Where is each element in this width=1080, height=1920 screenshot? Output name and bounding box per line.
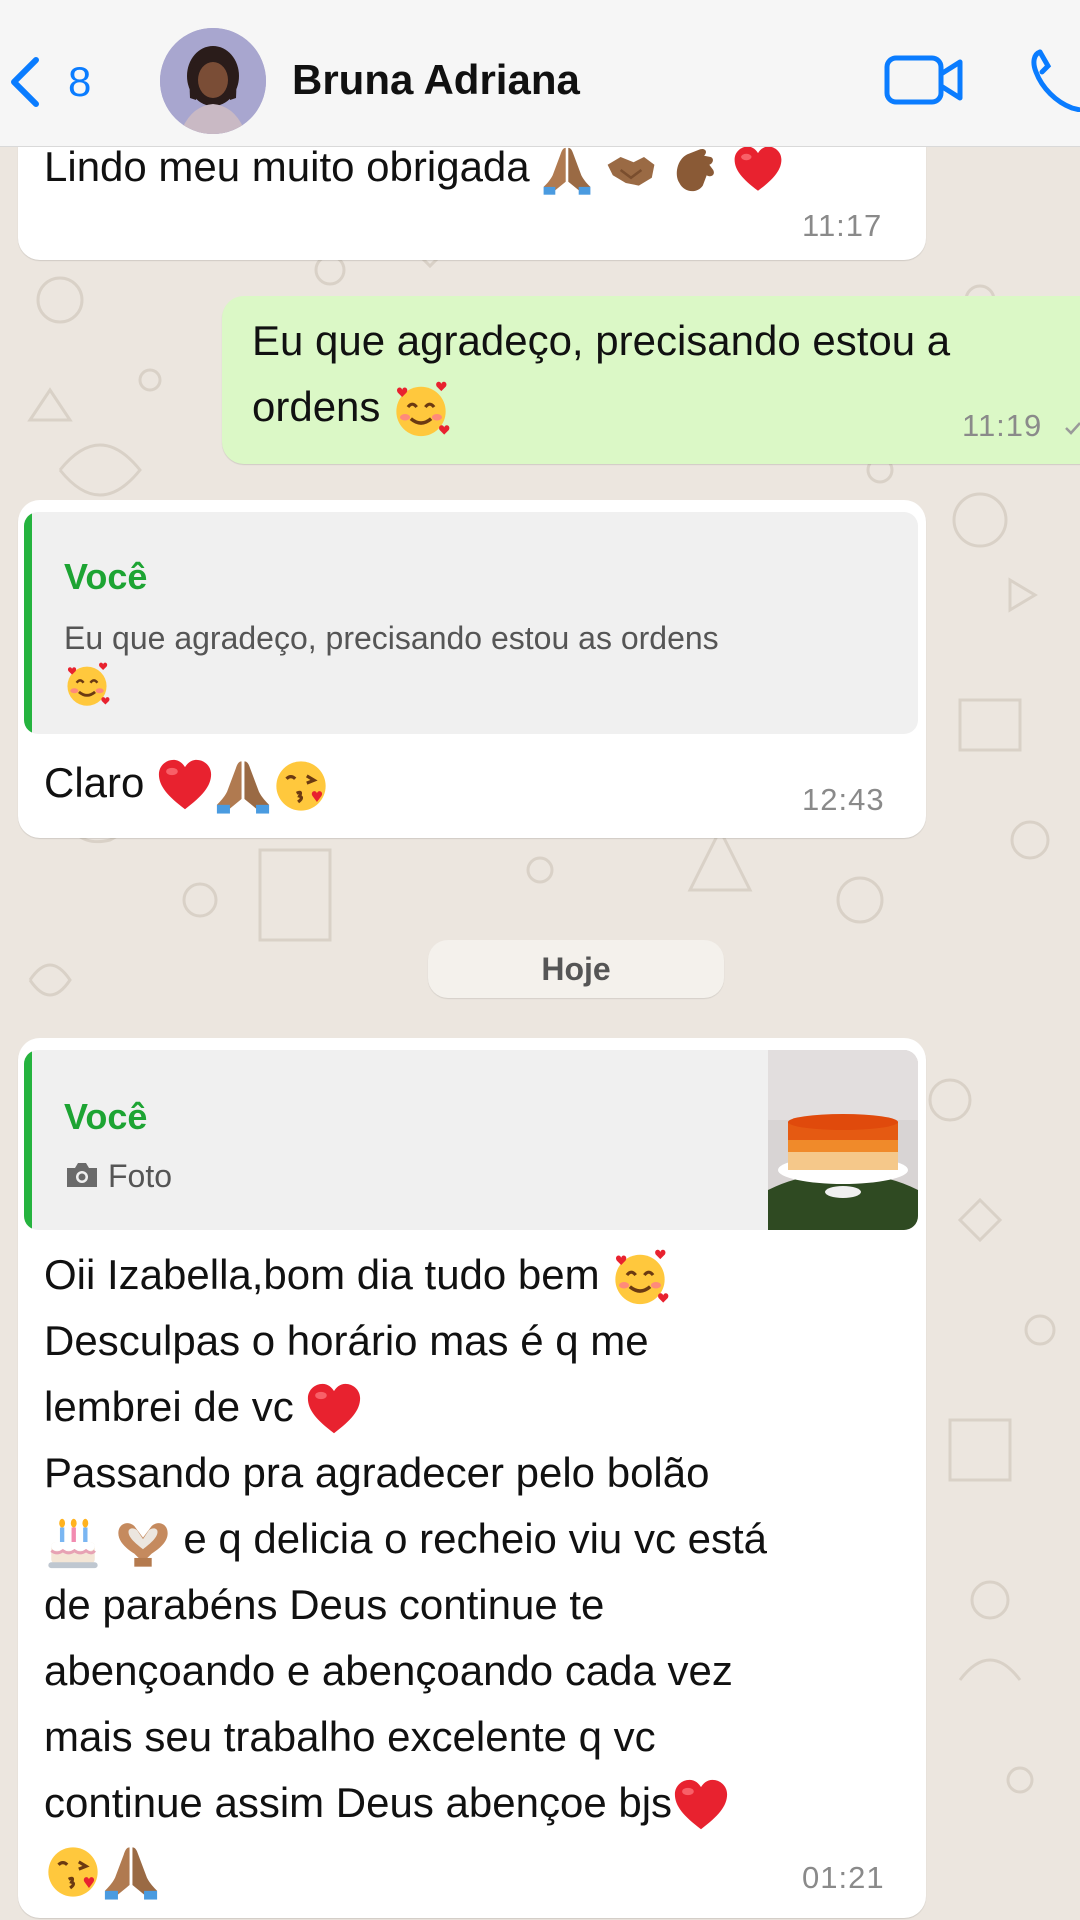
- message-line: lembrei de vc: [44, 1374, 363, 1440]
- message-text-content: e q delicia o recheio viu vc está: [183, 1515, 767, 1562]
- message-text-content: continue assim Deus abençoe bjs: [44, 1779, 673, 1826]
- message-bubble-incoming[interactable]: Você Eu que agradeço, precisando estou a…: [18, 500, 926, 838]
- video-call-icon: [884, 55, 963, 105]
- quote-accent-bar: [24, 1050, 32, 1230]
- message-text-line-2: ordens: [252, 374, 450, 440]
- message-line: e q delicia o recheio viu vc está: [44, 1506, 767, 1572]
- unread-count[interactable]: 8: [68, 58, 91, 106]
- message-text-content: Claro: [44, 759, 145, 806]
- smiling-hearts-emoji: [611, 1249, 669, 1307]
- message-time: 11:19: [962, 408, 1043, 443]
- heart-hands-emoji: [114, 1513, 172, 1571]
- voice-call-button[interactable]: [1030, 48, 1080, 117]
- quote-author: Você: [64, 1096, 148, 1137]
- contact-avatar[interactable]: [160, 28, 266, 134]
- message-line: Passando pra agradecer pelo bolão: [44, 1449, 710, 1496]
- quote-text: Eu que agradeço, precisando estou as ord…: [64, 620, 719, 656]
- cake-emoji: [44, 1513, 102, 1571]
- heart-emoji: [672, 1777, 730, 1835]
- quoted-message[interactable]: Você Foto: [24, 1050, 918, 1230]
- message-line: Desculpas o horário mas é q me: [44, 1317, 649, 1364]
- message-time: 11:17: [802, 208, 883, 243]
- kiss-emoji: [44, 1843, 102, 1901]
- message-bubble-outgoing[interactable]: Eu que agradeço, precisando estou a orde…: [222, 296, 1080, 464]
- quote-media-label: Foto: [108, 1158, 173, 1194]
- message-text-content: ordens: [252, 383, 381, 430]
- message-time: 12:43: [802, 782, 885, 817]
- chevron-left-icon: [11, 57, 39, 107]
- message-text-content: Oii Izabella,bom dia tudo bem: [44, 1251, 600, 1298]
- message-line: continue assim Deus abençoe bjs: [44, 1770, 730, 1836]
- chat-header: 8 Bruna Adriana: [0, 0, 1080, 147]
- message-bubble-incoming[interactable]: Você Foto Oii Izabella,bom dia tudo bem …: [18, 1038, 926, 1918]
- message-text-line-1: Eu que agradeço, precisando estou a: [252, 317, 951, 364]
- message-text-content: lembrei de vc: [44, 1383, 294, 1430]
- clap-emoji: [669, 144, 721, 196]
- quote-author: Você: [64, 556, 148, 597]
- heart-emoji: [156, 757, 214, 815]
- back-button[interactable]: [2, 54, 46, 115]
- message-line: Oii Izabella,bom dia tudo bem: [44, 1242, 669, 1308]
- message-line: de parabéns Deus continue te: [44, 1581, 605, 1628]
- quoted-message[interactable]: Você Eu que agradeço, precisando estou a…: [24, 512, 918, 734]
- avatar-photo: [160, 28, 266, 134]
- date-separator: Hoje: [428, 940, 724, 998]
- message-line: [44, 1836, 160, 1902]
- camera-icon: [67, 1163, 97, 1187]
- quoted-photo-thumbnail[interactable]: [768, 1050, 918, 1230]
- pray-emoji: [214, 757, 272, 815]
- pray-emoji: [102, 1843, 160, 1901]
- handshake-emoji: [605, 144, 657, 196]
- smiling-hearts-emoji: [64, 662, 110, 708]
- phone-icon: [1031, 49, 1080, 113]
- message-time: 01:21: [802, 1860, 885, 1895]
- message-text: Claro: [44, 750, 330, 816]
- message-text-content: Lindo meu muito obrigada: [44, 143, 530, 190]
- message-line: mais seu trabalho excelente q vc: [44, 1713, 656, 1760]
- smiling-hearts-emoji: [392, 381, 450, 439]
- sent-check-icon: [1065, 422, 1080, 435]
- kiss-emoji: [272, 757, 330, 815]
- pray-emoji: [541, 144, 593, 196]
- message-line: abençoando e abençoando cada vez: [44, 1647, 733, 1694]
- quote-accent-bar: [24, 512, 32, 734]
- contact-name[interactable]: Bruna Adriana: [292, 56, 580, 104]
- heart-emoji: [305, 1381, 363, 1439]
- heart-emoji: [732, 144, 784, 196]
- video-call-button[interactable]: [884, 52, 964, 113]
